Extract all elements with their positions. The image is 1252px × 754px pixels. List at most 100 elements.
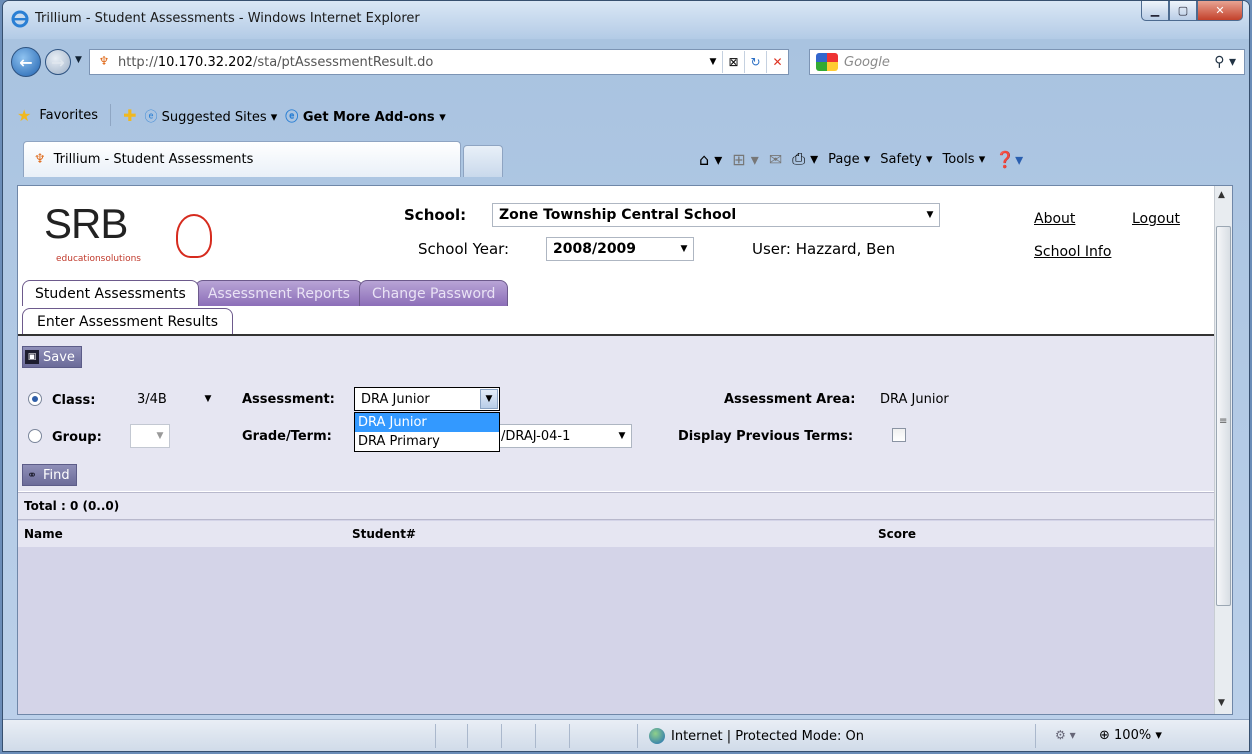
school-select[interactable]: Zone Township Central School ▼ <box>492 203 940 227</box>
address-bar[interactable]: ♆ http://10.170.32.202/sta/ptAssessmentR… <box>89 49 789 75</box>
status-cell <box>1035 724 1036 748</box>
school-select-value: Zone Township Central School <box>499 207 737 223</box>
get-addons-link[interactable]: ⓔ Get More Add-ons ▾ <box>285 106 445 125</box>
group-radio[interactable] <box>28 429 42 443</box>
browser-window: Trillium - Student Assessments - Windows… <box>2 0 1250 752</box>
chevron-down-icon: ▼ <box>156 431 164 441</box>
logout-link[interactable]: Logout <box>1132 211 1180 227</box>
column-header-student-number[interactable]: Student# <box>352 527 416 541</box>
search-icon[interactable]: ⚲ ▾ <box>1214 54 1236 70</box>
home-icon[interactable]: ⌂ ▾ <box>699 150 722 169</box>
suggested-sites-label: Suggested Sites ▾ <box>161 109 278 125</box>
scroll-up-icon[interactable]: ▲ <box>1218 190 1225 200</box>
app-tabs: Student Assessments Assessment Reports C… <box>22 280 509 306</box>
refresh-icon[interactable]: ↻ <box>744 51 766 73</box>
column-header-name[interactable]: Name <box>24 527 63 541</box>
new-tab-button[interactable] <box>463 145 503 177</box>
about-link[interactable]: About <box>1034 211 1075 227</box>
binoculars-icon: ⚭ <box>26 468 38 482</box>
safety-menu[interactable]: Safety ▾ <box>880 152 932 167</box>
tab-student-assessments[interactable]: Student Assessments <box>22 280 199 306</box>
group-label: Group: <box>52 430 102 445</box>
address-dropdown-icon[interactable]: ▼ <box>704 57 722 67</box>
page-menu[interactable]: Page ▾ <box>828 152 870 167</box>
browser-tab-title: Trillium - Student Assessments <box>53 152 254 167</box>
class-select-value: 3/4B <box>137 391 167 407</box>
tab-row: ♆ Trillium - Student Assessments ⌂ ▾ ⊞ ▾… <box>3 141 1249 179</box>
find-label: Find <box>43 467 70 483</box>
window-title: Trillium - Student Assessments - Windows… <box>35 11 420 26</box>
search-box[interactable]: Google ⚲ ▾ <box>809 49 1245 75</box>
security-zone[interactable]: Internet | Protected Mode: On <box>649 728 864 744</box>
tools-menu[interactable]: Tools ▾ <box>943 152 986 167</box>
class-select[interactable]: 3/4B ▼ <box>130 387 218 411</box>
ie-logo-icon <box>11 10 29 28</box>
compatibility-view-icon[interactable]: ⊠ <box>722 51 744 73</box>
column-header-score[interactable]: Score <box>878 527 916 541</box>
zoom-value: 100% <box>1114 728 1152 743</box>
group-select[interactable]: ▼ <box>130 424 170 448</box>
status-cell <box>569 724 570 748</box>
ie-icon: ⓔ <box>144 109 158 125</box>
back-button[interactable]: ← <box>11 47 41 77</box>
suggested-sites-link[interactable]: ⓔ Suggested Sites ▾ <box>144 106 277 125</box>
class-radio[interactable] <box>28 392 42 406</box>
feeds-icon[interactable]: ⊞ ▾ <box>732 150 759 169</box>
find-button[interactable]: ⚭ Find <box>22 464 77 486</box>
close-window-button[interactable]: ✕ <box>1197 1 1243 21</box>
navigation-bar: ← → ▼ ♆ http://10.170.32.202/sta/ptAsses… <box>3 41 1249 97</box>
chevron-down-icon: ▼ <box>618 431 626 441</box>
site-favicon-icon: ♆ <box>98 54 110 68</box>
assessment-option-dra-junior[interactable]: DRA Junior <box>355 413 499 432</box>
zoom-level[interactable]: ⊕ 100% ▾ <box>1099 728 1162 743</box>
favorites-separator <box>110 104 112 126</box>
tab-assessment-reports[interactable]: Assessment Reports <box>194 280 363 306</box>
favorites-bar: ★ Favorites ✚ ⓔ Suggested Sites ▾ ⓔ Get … <box>3 99 1249 131</box>
display-previous-terms-checkbox[interactable] <box>892 428 906 442</box>
status-cell <box>637 724 638 748</box>
stop-icon[interactable]: ✕ <box>766 51 788 73</box>
results-grid: Total : 0 (0..0) Name Student# Score <box>18 492 1214 714</box>
minimize-button[interactable]: ▁ <box>1141 1 1169 21</box>
display-previous-terms-label: Display Previous Terms: <box>678 429 854 444</box>
command-bar: ⌂ ▾ ⊞ ▾ ✉ ⎙ ▾ Page ▾ Safety ▾ Tools ▾ ❓▾ <box>699 149 1023 169</box>
assessment-area-value: DRA Junior <box>880 392 949 407</box>
forward-button[interactable]: → <box>45 49 71 75</box>
add-favorite-icon[interactable]: ✚ <box>123 106 136 125</box>
tab-change-password[interactable]: Change Password <box>358 280 509 306</box>
get-addons-label: Get More Add-ons ▾ <box>302 109 446 125</box>
security-zone-label: Internet | Protected Mode: On <box>671 728 865 744</box>
help-icon[interactable]: ❓▾ <box>995 150 1023 169</box>
school-year-select[interactable]: 2008/2009 ▼ <box>546 237 694 261</box>
subtab-enter-assessment-results[interactable]: Enter Assessment Results <box>22 308 234 334</box>
scroll-grip-icon: ≡ <box>1219 416 1228 427</box>
print-icon[interactable]: ⎙ ▾ <box>792 149 818 169</box>
address-url[interactable]: http://10.170.32.202/sta/ptAssessmentRes… <box>118 55 433 70</box>
addons-icon: ⓔ <box>285 109 299 125</box>
grade-term-value: /DRAJ-04-1 <box>501 428 571 444</box>
assessment-area-label: Assessment Area: <box>724 392 856 407</box>
protected-mode-icon[interactable]: ⚙ ▾ <box>1055 728 1076 742</box>
school-label: School: <box>404 206 467 224</box>
save-label: Save <box>43 349 75 365</box>
favorites-button[interactable]: Favorites <box>39 108 98 123</box>
assessment-dropdown-list: DRA Junior DRA Primary <box>354 412 500 452</box>
vertical-scrollbar[interactable]: ▲ ≡ ▼ <box>1214 186 1232 714</box>
school-info-link[interactable]: School Info <box>1034 244 1111 260</box>
globe-icon <box>649 728 665 744</box>
maximize-button[interactable]: ▢ <box>1169 1 1197 21</box>
status-cell <box>535 724 536 748</box>
assessment-option-dra-primary[interactable]: DRA Primary <box>355 432 499 451</box>
assessment-select[interactable]: DRA Junior ▼ <box>354 387 500 411</box>
lightbulb-icon <box>176 214 212 258</box>
save-button[interactable]: ▣ Save <box>22 346 82 368</box>
sub-tabs: Enter Assessment Results <box>22 308 234 334</box>
browser-tab-active[interactable]: ♆ Trillium - Student Assessments <box>23 141 461 177</box>
page-content: SRB educationsolutions School: Zone Town… <box>17 185 1233 715</box>
search-placeholder: Google <box>844 54 890 70</box>
srb-logo: SRB educationsolutions <box>34 192 234 270</box>
scroll-down-icon[interactable]: ▼ <box>1218 698 1225 708</box>
recent-pages-dropdown-icon[interactable]: ▼ <box>75 55 82 65</box>
read-mail-icon[interactable]: ✉ <box>769 150 782 169</box>
logo-subtitle: educationsolutions <box>56 254 141 264</box>
